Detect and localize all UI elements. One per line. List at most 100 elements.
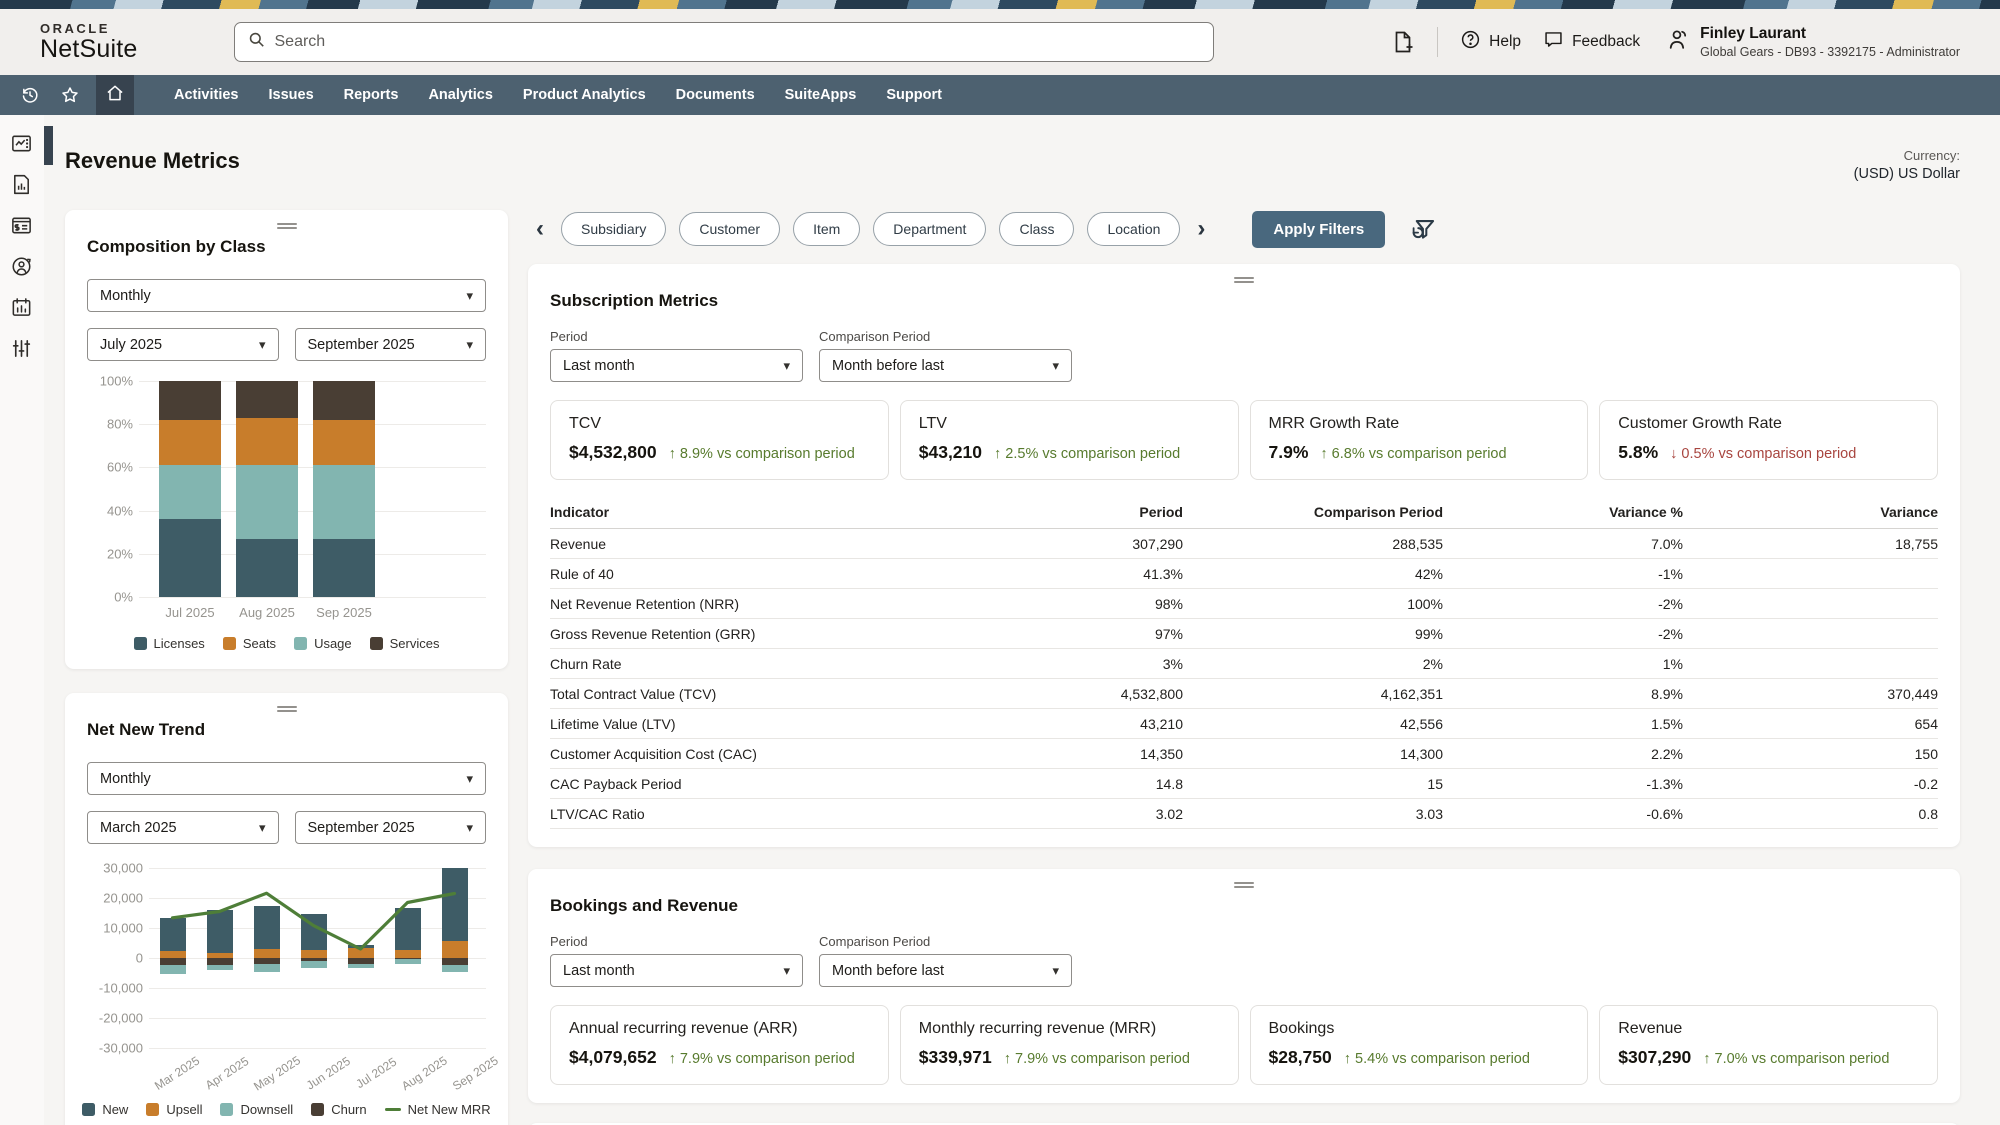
main-content: Revenue Metrics Currency: (USD) US Dolla… — [44, 115, 2000, 1125]
drag-handle[interactable] — [1234, 277, 1254, 284]
segment-services — [313, 381, 375, 420]
rail-item-billing[interactable] — [0, 207, 44, 248]
filter-pill-customer[interactable]: Customer — [679, 212, 780, 246]
y-axis-tick: 20,000 — [103, 891, 143, 906]
filter-pill-location[interactable]: Location — [1087, 212, 1180, 246]
scroll-left-icon[interactable]: ‹ — [532, 217, 548, 241]
new-document-icon[interactable] — [1391, 30, 1415, 54]
scroll-right-icon[interactable]: › — [1193, 217, 1209, 241]
nav-item-documents[interactable]: Documents — [676, 87, 755, 103]
table-row: Gross Revenue Retention (GRR)97%99%-2% — [550, 619, 1938, 649]
composition-granularity-select[interactable]: Monthly — [87, 279, 486, 312]
bookings-comparison-select[interactable]: Month before last — [819, 954, 1072, 987]
table-cell: 3.02 — [948, 806, 1183, 822]
y-axis-tick: 10,000 — [103, 921, 143, 936]
favorites-star-icon[interactable] — [50, 75, 90, 115]
legend-label: Churn — [331, 1102, 366, 1117]
planning-icon — [10, 296, 33, 324]
subscription-period-select[interactable]: Last month — [550, 349, 803, 382]
table-row: Customer Acquisition Cost (CAC)14,35014,… — [550, 739, 1938, 769]
x-axis-label: Jul 2025 — [159, 605, 221, 620]
history-icon[interactable] — [10, 75, 50, 115]
kpi-label: LTV — [919, 415, 1220, 433]
nav-item-analytics[interactable]: Analytics — [428, 87, 492, 103]
search-input[interactable] — [275, 33, 1201, 51]
table-cell: 2.2% — [1443, 746, 1683, 762]
kpi-card-bookings: Bookings$28,750↑ 5.4% vs comparison peri… — [1250, 1005, 1589, 1085]
global-search[interactable] — [234, 22, 1214, 62]
legend-line-swatch — [385, 1108, 401, 1112]
rail-item-reports[interactable] — [0, 166, 44, 207]
legend-item-usage: Usage — [294, 636, 352, 651]
drag-handle[interactable] — [1234, 882, 1254, 889]
stacked-bar-aug-2025 — [236, 381, 298, 597]
table-cell: Net Revenue Retention (NRR) — [550, 596, 948, 612]
rail-item-settings[interactable] — [0, 330, 44, 371]
rail-item-dashboards[interactable] — [0, 125, 44, 166]
segment-licenses — [159, 519, 221, 597]
drag-handle[interactable] — [277, 223, 297, 230]
kpi-delta: ↑ 7.9% vs comparison period — [669, 1051, 855, 1067]
main-nav: Activities Issues Reports Analytics Product … — [0, 75, 2000, 115]
legend-swatch — [370, 637, 383, 650]
segment-services — [236, 381, 298, 418]
legend-label: Licenses — [154, 636, 205, 651]
kpi-label: Annual recurring revenue (ARR) — [569, 1020, 870, 1038]
period-label: Period — [550, 934, 803, 949]
subscription-comparison-select[interactable]: Month before last — [819, 349, 1072, 382]
y-axis-tick: 30,000 — [103, 861, 143, 876]
table-cell: 3% — [948, 656, 1183, 672]
user-menu[interactable]: Finley Laurant Global Gears - DB93 - 339… — [1666, 25, 1960, 59]
table-cell: -2% — [1443, 626, 1683, 642]
apply-filters-button[interactable]: Apply Filters — [1252, 211, 1385, 248]
segment-services — [159, 381, 221, 420]
kpi-label: Customer Growth Rate — [1618, 415, 1919, 433]
rail-item-planning[interactable] — [0, 289, 44, 330]
drag-handle[interactable] — [277, 706, 297, 713]
net-new-granularity-select[interactable]: Monthly — [87, 762, 486, 795]
legend-label: Seats — [243, 636, 276, 651]
feedback-button[interactable]: Feedback — [1543, 29, 1640, 55]
filter-pill-item[interactable]: Item — [793, 212, 860, 246]
bookings-period-select[interactable]: Last month — [550, 954, 803, 987]
decorative-banner — [0, 0, 2000, 9]
subscription-metrics-panel: Subscription Metrics Period Last month C… — [528, 264, 1960, 847]
table-cell: -1.3% — [1443, 776, 1683, 792]
composition-to-select[interactable]: September 2025 — [295, 328, 487, 361]
table-cell: 99% — [1183, 626, 1443, 642]
table-cell: 7.0% — [1443, 536, 1683, 552]
net-new-to-select[interactable]: September 2025 — [295, 811, 487, 844]
filter-pill-subsidiary[interactable]: Subsidiary — [561, 212, 666, 246]
table-cell: Churn Rate — [550, 656, 948, 672]
table-cell: 8.9% — [1443, 686, 1683, 702]
legend-swatch — [82, 1103, 95, 1116]
table-row: Total Contract Value (TCV)4,532,8004,162… — [550, 679, 1938, 709]
nav-item-reports[interactable]: Reports — [344, 87, 399, 103]
table-row: Rule of 4041.3%42%-1% — [550, 559, 1938, 589]
nav-item-support[interactable]: Support — [886, 87, 942, 103]
nav-item-activities[interactable]: Activities — [174, 87, 238, 103]
nav-item-suiteapps[interactable]: SuiteApps — [785, 87, 857, 103]
help-button[interactable]: Help — [1460, 29, 1521, 55]
table-cell: -2% — [1443, 596, 1683, 612]
legend-item-licenses: Licenses — [134, 636, 205, 651]
nav-item-issues[interactable]: Issues — [268, 87, 313, 103]
net-new-from-select[interactable]: March 2025 — [87, 811, 279, 844]
composition-legend: LicensesSeatsUsageServices — [87, 636, 486, 651]
filter-pill-department[interactable]: Department — [873, 212, 986, 246]
home-icon — [105, 83, 125, 108]
table-cell: 97% — [948, 626, 1183, 642]
home-button[interactable] — [96, 75, 134, 115]
user-icon — [1666, 27, 1691, 57]
table-cell: 98% — [948, 596, 1183, 612]
filter-pill-class[interactable]: Class — [999, 212, 1074, 246]
nav-item-product-analytics[interactable]: Product Analytics — [523, 87, 646, 103]
table-cell: 4,532,800 — [948, 686, 1183, 702]
reset-filters-icon[interactable] — [1410, 216, 1437, 243]
composition-chart: 100%80%60%40%20%0% — [87, 381, 486, 597]
rail-item-customers[interactable] — [0, 248, 44, 289]
column-header-indicator: Indicator — [550, 504, 948, 520]
kpi-card-annual-recurring-revenue-arr-: Annual recurring revenue (ARR)$4,079,652… — [550, 1005, 889, 1085]
net-new-chart: 30,00020,00010,0000-10,000-20,000-30,000 — [87, 868, 486, 1048]
composition-from-select[interactable]: July 2025 — [87, 328, 279, 361]
